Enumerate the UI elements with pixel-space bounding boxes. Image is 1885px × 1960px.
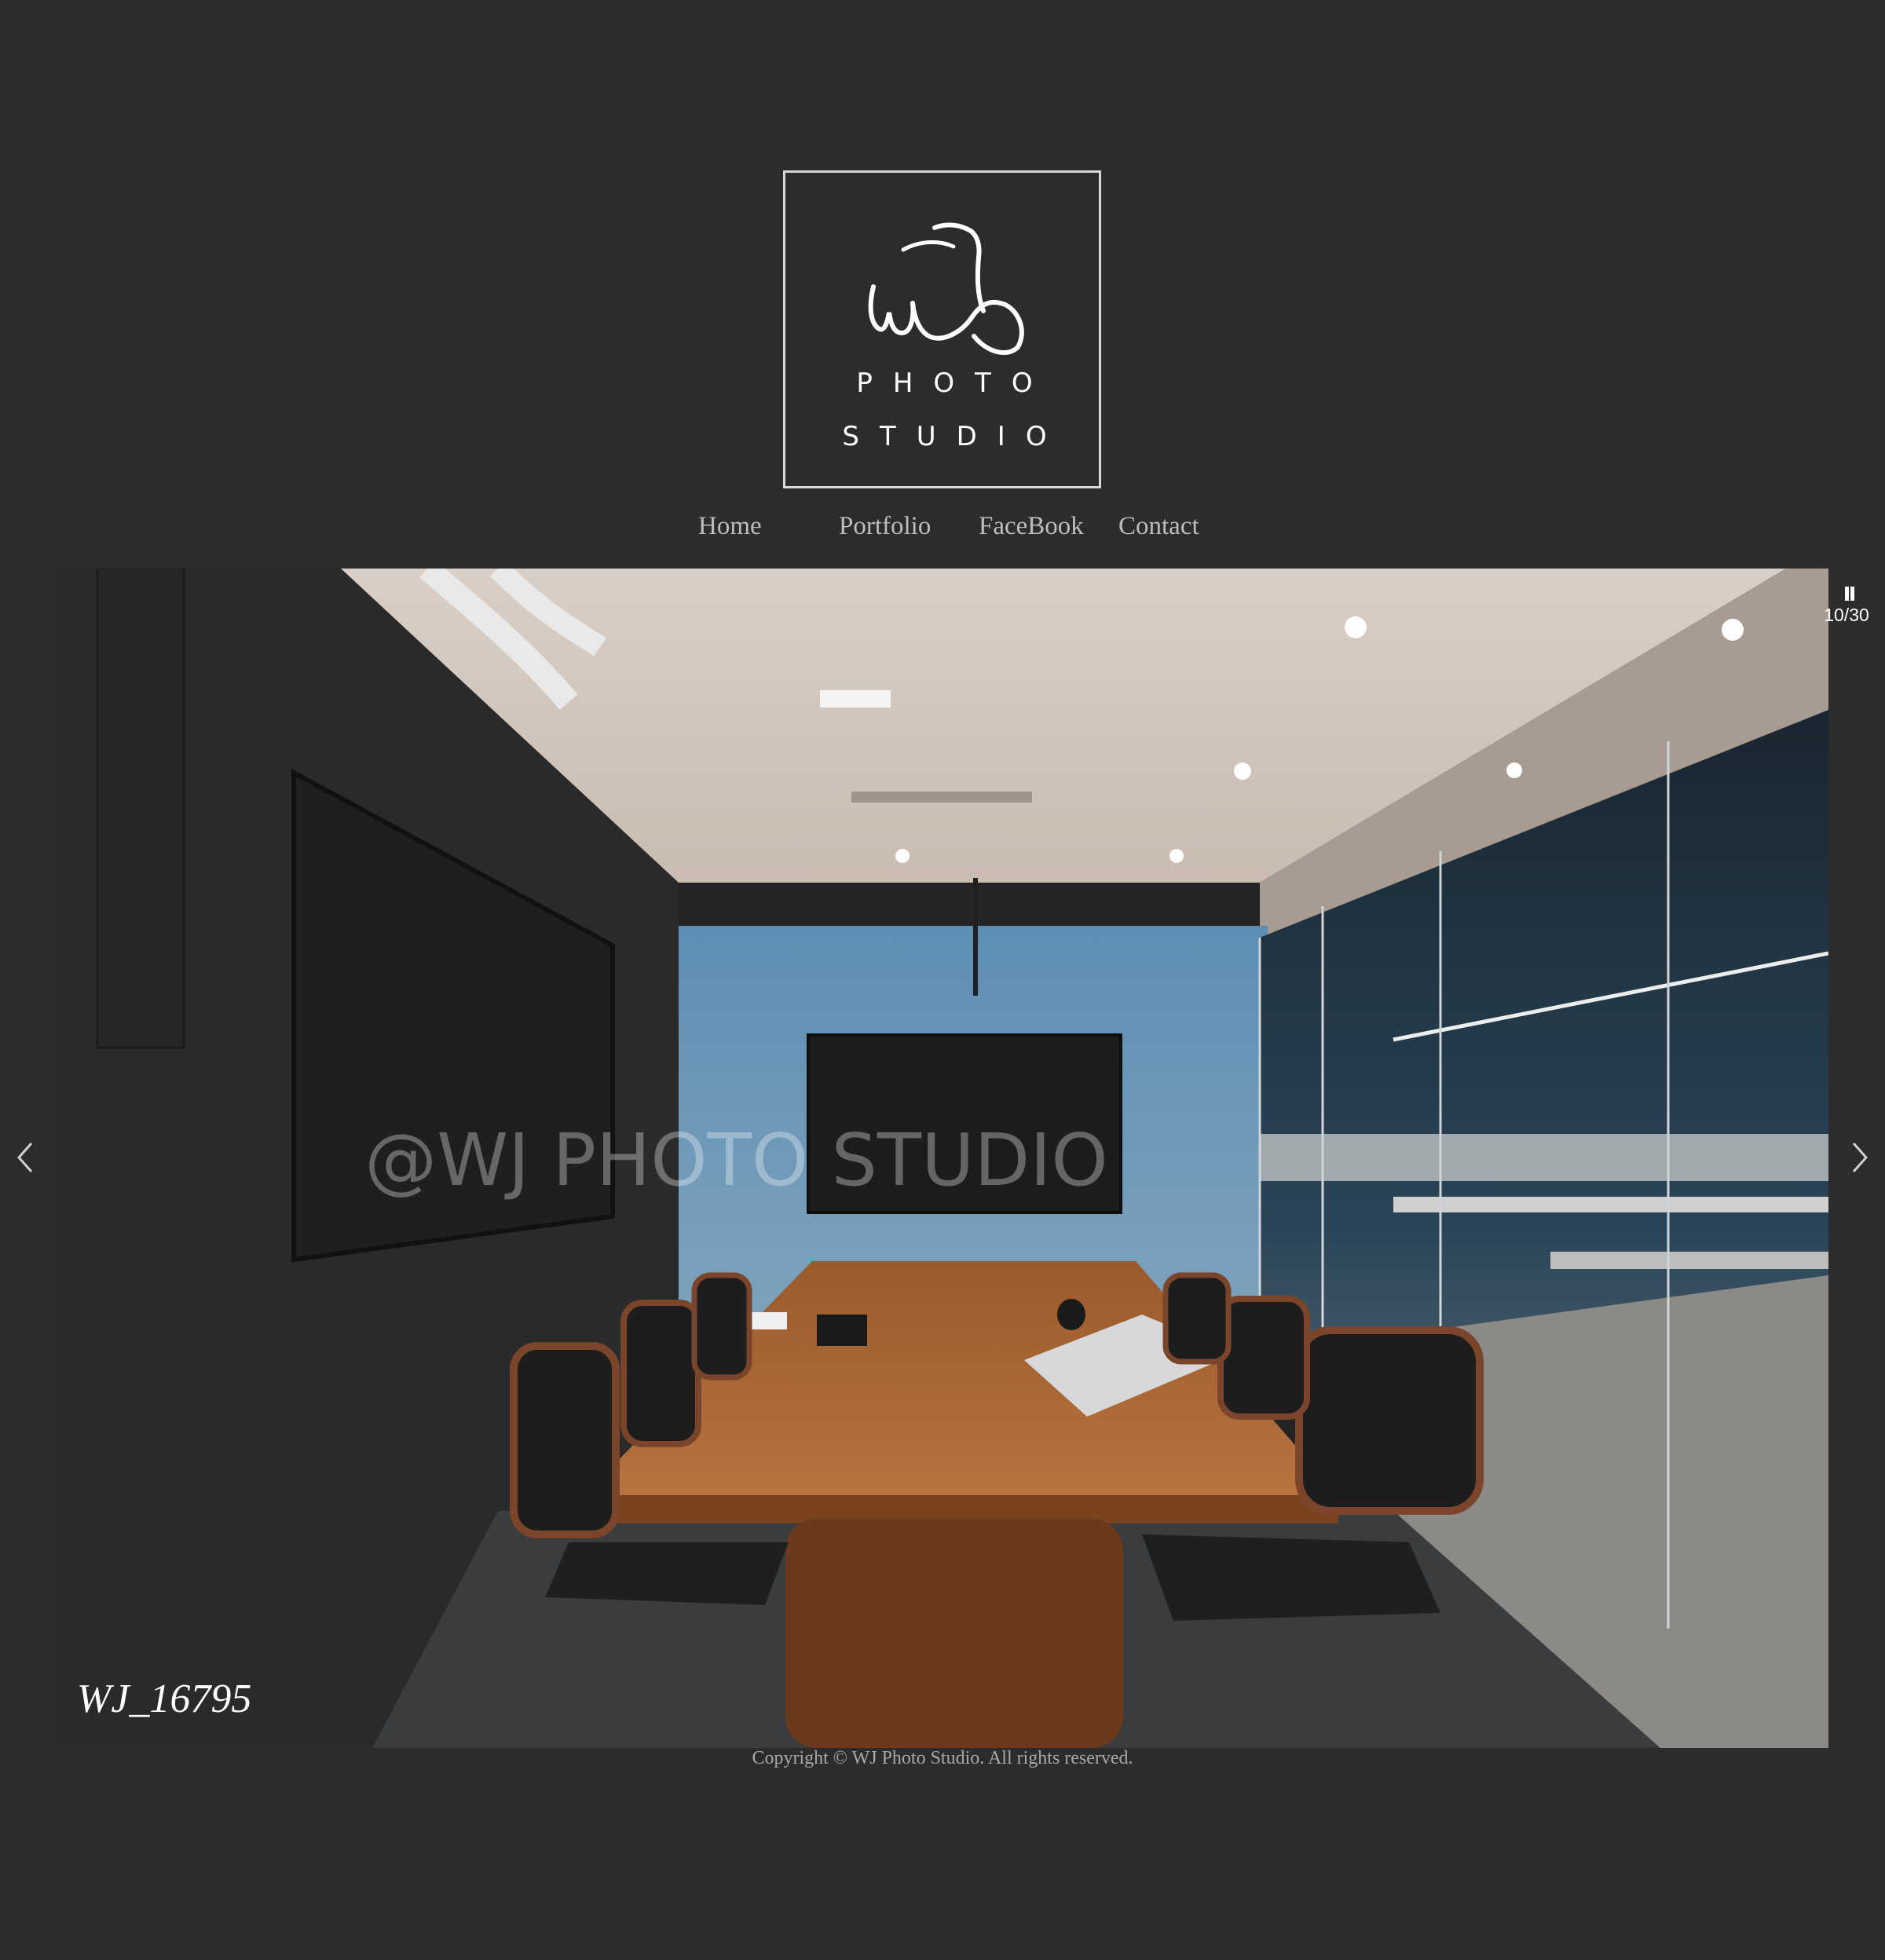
logo-text-photo: PHOTO: [856, 368, 1053, 399]
nav-contact[interactable]: Contact: [1118, 512, 1199, 541]
image-caption: WJ_16795: [77, 1677, 252, 1721]
chevron-left-icon[interactable]: [14, 1140, 36, 1175]
studio-logo[interactable]: PHOTO STUDIO: [783, 170, 1101, 488]
main-nav: Home Portfolio FaceBook Contact: [0, 512, 1885, 551]
watermark-text: @WJ PHOTO STUDIO: [364, 1118, 1108, 1202]
chevron-right-icon[interactable]: [1849, 1140, 1871, 1175]
nav-portfolio[interactable]: Portfolio: [839, 512, 931, 541]
page: PHOTO STUDIO Home Portfolio FaceBook Con…: [0, 0, 1885, 1960]
pause-icon[interactable]: [1843, 587, 1856, 602]
footer-copyright: Copyright © WJ Photo Studio. All rights …: [752, 1748, 1133, 1768]
slide-counter: 10/30: [1824, 605, 1869, 625]
logo-text-studio: STUDIO: [842, 421, 1067, 452]
slideshow[interactable]: @WJ PHOTO STUDIO WJ_16795: [58, 569, 1828, 1748]
nav-facebook[interactable]: FaceBook: [979, 512, 1084, 541]
nav-home[interactable]: Home: [698, 512, 762, 541]
